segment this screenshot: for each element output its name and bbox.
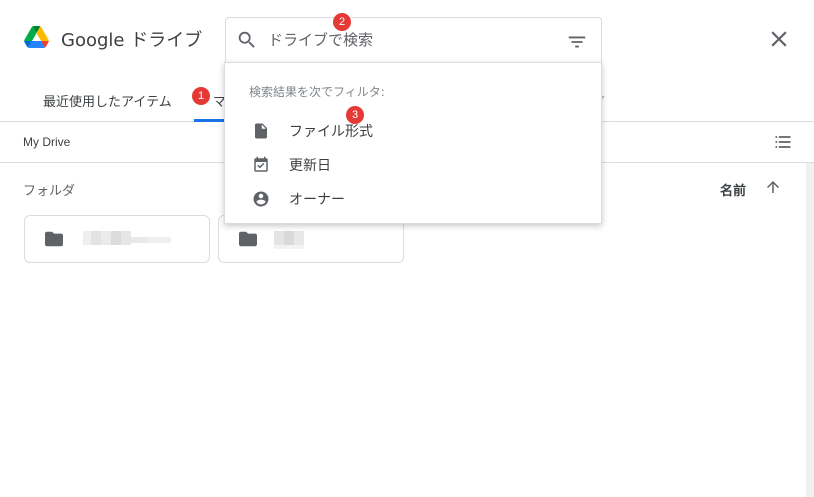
filter-list-icon[interactable] [566, 31, 588, 53]
section-label-folders: フォルダ [23, 184, 76, 199]
filter-modified-date-label: 更新日 [289, 158, 331, 174]
annotation-badge-2: 2 [333, 13, 351, 31]
folder-card[interactable] [24, 215, 210, 263]
file-icon [255, 123, 267, 139]
arrow-upward-icon[interactable] [763, 178, 783, 196]
close-icon[interactable] [766, 26, 792, 52]
filter-heading: 検索結果を次でフィルタ: [249, 85, 385, 99]
search-input[interactable] [268, 28, 558, 52]
sort-by-name-button[interactable]: 名前 [720, 180, 746, 199]
filter-modified-date[interactable]: 更新日 [225, 148, 601, 182]
list-view-icon[interactable] [773, 132, 793, 152]
filter-file-type-label: ファイル形式 [289, 124, 373, 140]
search-icon[interactable] [236, 29, 258, 51]
app-title: Google ドライブ [61, 30, 203, 51]
breadcrumb[interactable]: My Drive [23, 135, 70, 149]
search-filter-dropdown: 検索結果を次でフィルタ: 3 ファイル形式 更新日 オーナー [224, 62, 602, 224]
google-drive-logo-icon[interactable] [24, 26, 49, 48]
filter-owner-label: オーナー [289, 192, 345, 208]
folder-icon [45, 231, 63, 247]
search-box[interactable] [225, 17, 602, 62]
annotation-badge-1: 1 [192, 87, 210, 105]
annotation-badge-3: 3 [346, 106, 364, 124]
account-circle-icon [253, 191, 269, 207]
tab-recent[interactable]: 最近使用したアイテム [43, 91, 172, 110]
filter-owner[interactable]: オーナー [225, 182, 601, 216]
filter-file-type[interactable]: ファイル形式 [225, 114, 601, 148]
scrollbar[interactable] [806, 163, 814, 497]
folder-icon [239, 231, 257, 247]
calendar-check-icon [254, 156, 268, 172]
